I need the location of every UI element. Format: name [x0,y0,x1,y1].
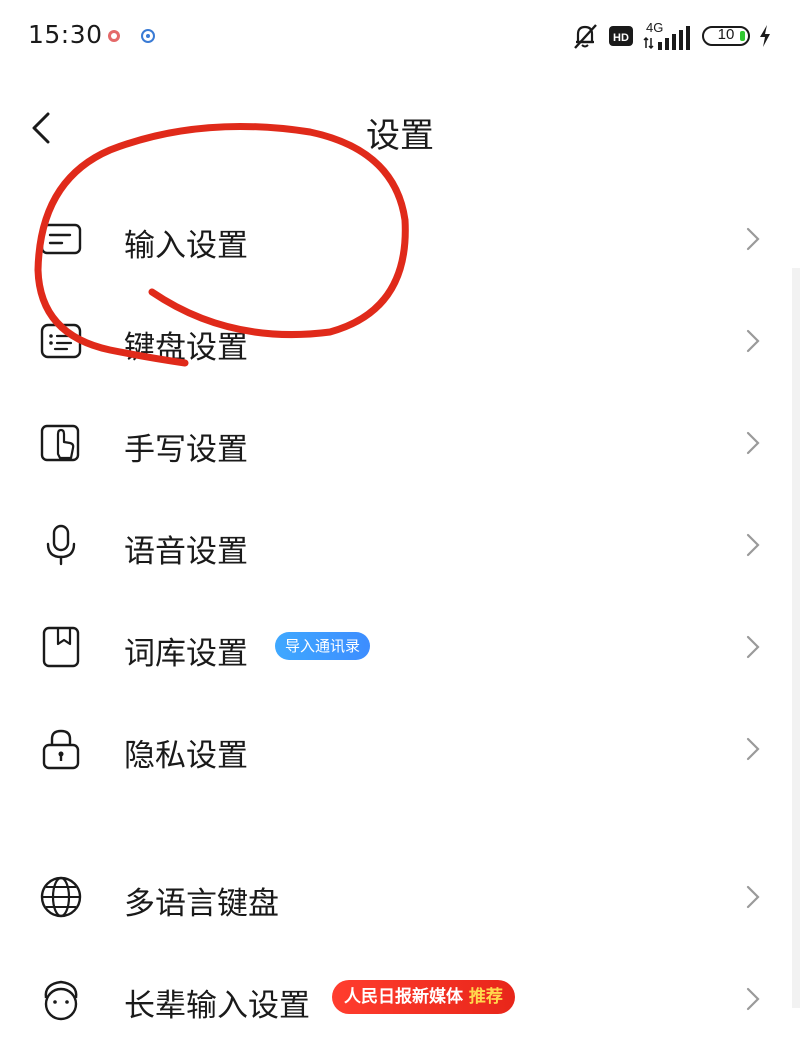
settings-item-handwriting[interactable]: 手写设置 [0,392,800,492]
settings-item-voice[interactable]: 语音设置 [0,494,800,594]
settings-item-label: 手写设置 [124,432,248,468]
hd-label: HD [613,32,629,44]
battery-fill [740,31,745,41]
settings-item-label: 语音设置 [124,534,248,570]
chevron-right-icon [746,737,760,761]
settings-item-multilanguage[interactable]: 多语言键盘 [0,846,800,946]
chevron-right-icon [746,635,760,659]
header: 设置 [0,88,800,172]
status-time: 15:30 [28,20,103,49]
charging-icon [760,25,770,47]
elder-icon [44,980,78,1021]
chevron-right-icon [746,227,760,251]
import-contacts-badge[interactable]: 导入通讯录 [275,632,371,660]
settings-item-label: 隐私设置 [124,738,248,774]
chevron-right-icon [746,533,760,557]
chevron-right-icon [746,329,760,353]
mute-bell-icon [574,24,597,49]
hd-icon: HD [609,26,633,46]
network-type: 4G [646,20,663,35]
globe-icon [40,876,82,918]
signal-icon: 4G [643,20,690,50]
status-bar: 15:30 HD 4G 10 [0,0,800,72]
settings-item-privacy[interactable]: 隐私设置 [0,698,800,798]
settings-item-label: 词库设置 [124,636,248,672]
badge-highlight-text: 推荐 [468,987,503,1007]
chevron-right-icon [746,431,760,455]
microphone-icon [46,524,76,566]
settings-item-label: 输入设置 [124,228,248,264]
settings-item-elder-input[interactable]: 长辈输入设置 人民日报新媒体 推荐 [0,948,800,1048]
settings-item-keyboard[interactable]: 键盘设置 [0,290,800,390]
status-icons: HD 4G 10 [570,18,772,54]
settings-item-label: 键盘设置 [124,330,248,366]
chevron-right-icon [746,885,760,909]
lock-icon [42,729,80,770]
recommend-badge[interactable]: 人民日报新媒体 推荐 [332,980,515,1014]
input-settings-icon [40,223,82,255]
app-notification-icon [108,30,120,42]
settings-item-label: 长辈输入设置 [124,988,310,1024]
dictionary-icon [42,626,80,668]
page-title: 设置 [366,116,434,156]
settings-item-label: 多语言键盘 [124,886,279,922]
settings-item-input[interactable]: 输入设置 [0,188,800,288]
battery-icon: 10 [702,26,750,46]
app-notification-icon [141,29,155,43]
badge-main-text: 人民日报新媒体 [344,987,463,1007]
keyboard-icon [40,323,82,359]
handwriting-icon [40,424,80,462]
chevron-right-icon [746,987,760,1011]
settings-item-dictionary[interactable]: 词库设置 导入通讯录 [0,596,800,696]
